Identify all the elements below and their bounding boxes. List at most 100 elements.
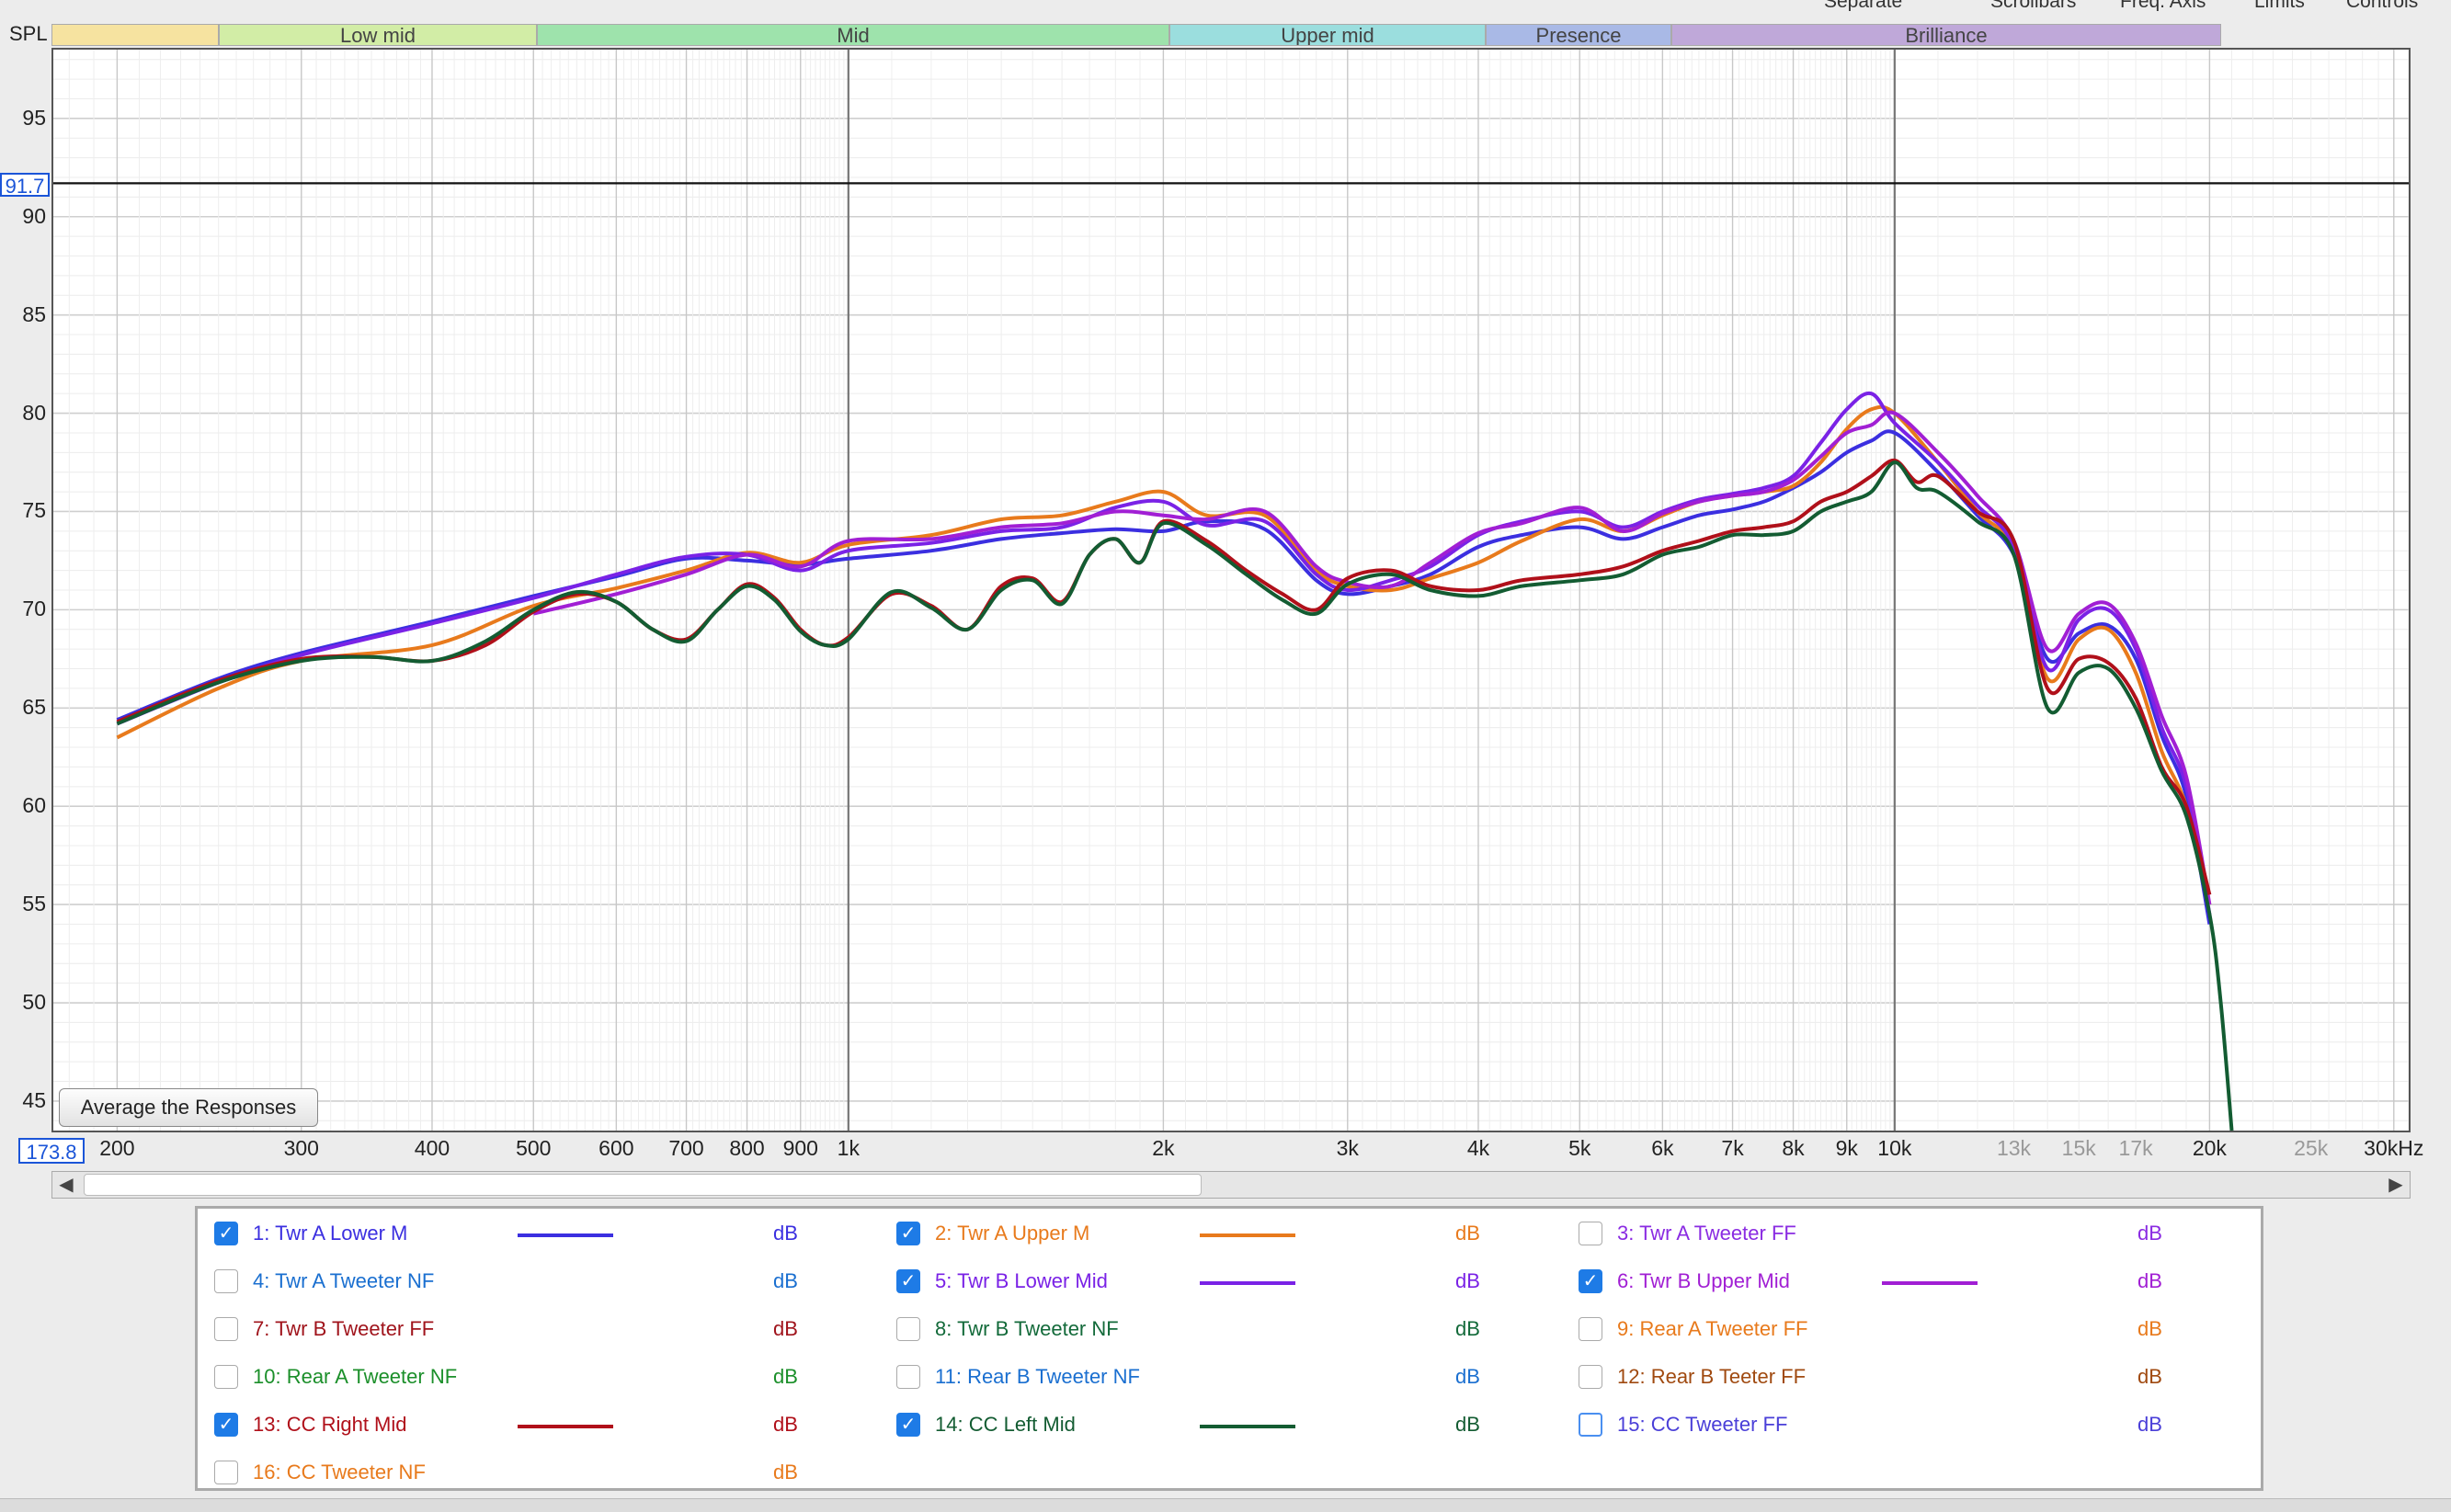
legend-checkbox[interactable]	[1579, 1413, 1602, 1437]
legend-checkbox[interactable]: ✓	[214, 1413, 238, 1437]
band-presence: Presence	[1486, 24, 1671, 46]
legend-label: 11: Rear B Tweeter NF	[935, 1365, 1140, 1388]
legend-checkbox[interactable]: ✓	[1579, 1269, 1602, 1293]
legend-checkbox[interactable]	[896, 1365, 920, 1389]
y-tick-label: 55	[22, 892, 46, 916]
legend-checkbox[interactable]	[1579, 1317, 1602, 1341]
horizontal-scrollbar[interactable]: ◀ ▶	[51, 1171, 2411, 1199]
legend-label: 10: Rear A Tweeter NF	[253, 1365, 458, 1388]
legend-checkbox[interactable]: ✓	[896, 1413, 920, 1437]
measurement-legend: ✓ 1: Twr A Lower M dB ✓ 2: Twr A Upper MdB 3:…	[195, 1206, 2263, 1491]
x-tick-label: 17k	[2118, 1136, 2153, 1160]
band-brilliance: Brilliance	[1671, 24, 2221, 46]
legend-label: 8: Twr B Tweeter NF	[935, 1317, 1119, 1340]
x-tick-label: 700	[668, 1136, 704, 1160]
scroll-left-arrow-icon[interactable]: ◀	[52, 1172, 80, 1198]
legend-item: ✓ 14: CC Left Mid dB	[896, 1411, 1503, 1438]
legend-label: 3: Twr A Tweeter FF	[1617, 1222, 1796, 1245]
x-tick-label: 300	[283, 1136, 319, 1160]
legend-unit: dB	[1455, 1365, 1480, 1388]
legend-label: 5: Twr B Lower Mid	[935, 1269, 1108, 1292]
legend-unit: dB	[773, 1269, 798, 1292]
legend-checkbox[interactable]	[214, 1365, 238, 1389]
y-tick-label: 50	[22, 990, 46, 1015]
legend-item: 15: CC Tweeter FF dB	[1579, 1411, 2185, 1438]
legend-label: 12: Rear B Teeter FF	[1617, 1365, 1807, 1388]
legend-unit: dB	[773, 1413, 798, 1436]
legend-checkbox[interactable]	[1579, 1365, 1602, 1389]
x-tick-label: 6k	[1651, 1136, 1674, 1160]
x-tick-label: 13k	[1996, 1136, 2032, 1160]
x-tick-label: 25k	[2294, 1136, 2329, 1160]
x-tick-label: 200	[99, 1136, 135, 1160]
x-tick-label: 600	[598, 1136, 634, 1160]
legend-checkbox[interactable]: ✓	[214, 1222, 238, 1245]
y-tick-label: 65	[22, 695, 46, 720]
band-sub-bass	[51, 24, 219, 46]
x-tick-label: 20k	[2192, 1136, 2227, 1160]
scroll-right-arrow-icon[interactable]: ▶	[2382, 1172, 2410, 1198]
y-tick-label: 70	[22, 597, 46, 621]
menu-freq-axis[interactable]: Freq. Axis	[2120, 0, 2206, 11]
menu-controls[interactable]: Controls	[2346, 0, 2418, 11]
menu-separate[interactable]: Separate	[1824, 0, 1902, 11]
menu-scrollbars[interactable]: Scrollbars	[1990, 0, 2076, 11]
legend-unit: dB	[2138, 1413, 2162, 1436]
x-tick-label: 9k	[1835, 1136, 1858, 1160]
legend-label: 1: Twr A Lower M	[253, 1222, 408, 1245]
x-tick-label: 30kHz	[2364, 1136, 2424, 1160]
x-tick-label: 500	[516, 1136, 552, 1160]
x-tick-label: 7k	[1721, 1136, 1744, 1160]
y-tick-label: 75	[22, 498, 46, 523]
band-mid: Mid	[537, 24, 1169, 46]
x-tick-label: 400	[414, 1136, 450, 1160]
legend-label: 4: Twr A Tweeter NF	[253, 1269, 435, 1292]
legend-checkbox[interactable]	[214, 1269, 238, 1293]
legend-item: 3: Twr A Tweeter FF dB	[1579, 1220, 2185, 1247]
legend-line-swatch	[1200, 1281, 1295, 1285]
cursor-spl-readout: 91.7	[0, 173, 50, 198]
legend-checkbox[interactable]: ✓	[896, 1269, 920, 1293]
y-tick-label: 45	[22, 1087, 46, 1112]
average-responses-button[interactable]: Average the Responses	[59, 1088, 318, 1127]
legend-unit: dB	[2138, 1269, 2162, 1292]
spl-graph-area[interactable]: Average the Responses	[51, 48, 2411, 1132]
legend-checkbox[interactable]	[1579, 1222, 1602, 1245]
y-tick-label: 80	[22, 400, 46, 425]
x-tick-label: 900	[782, 1136, 818, 1160]
top-menu-strip: Separate Scrollbars Freq. Axis Limits Co…	[0, 0, 2451, 11]
x-tick-label: 15k	[2061, 1136, 2096, 1160]
legend-item: 11: Rear B Tweeter NF dB	[896, 1363, 1503, 1391]
legend-item: 10: Rear A Tweeter NF dB	[214, 1363, 821, 1391]
y-tick-label: 60	[22, 793, 46, 818]
legend-checkbox[interactable]	[214, 1317, 238, 1341]
legend-unit: dB	[1455, 1269, 1480, 1292]
legend-checkbox[interactable]	[214, 1461, 238, 1484]
legend-item: ✓ 2: Twr A Upper M dB	[896, 1220, 1503, 1247]
legend-label: 9: Rear A Tweeter FF	[1617, 1317, 1808, 1340]
legend-unit: dB	[1455, 1317, 1480, 1340]
x-tick-label: 4k	[1466, 1136, 1490, 1160]
legend-checkbox[interactable]	[896, 1317, 920, 1341]
x-tick-label: 1k	[837, 1136, 860, 1160]
x-tick-label: 3k	[1336, 1136, 1359, 1160]
x-tick-label: 5k	[1568, 1136, 1591, 1160]
legend-unit: dB	[2138, 1222, 2162, 1245]
legend-label: 6: Twr B Upper Mid	[1617, 1269, 1790, 1292]
y-tick-label: 90	[22, 203, 46, 228]
legend-checkbox[interactable]: ✓	[896, 1222, 920, 1245]
band-upper-mid: Upper mid	[1169, 24, 1486, 46]
scrollbar-thumb[interactable]	[84, 1174, 1202, 1196]
legend-label: 15: CC Tweeter FF	[1617, 1413, 1788, 1436]
legend-line-swatch	[1200, 1425, 1295, 1428]
legend-item: 4: Twr A Tweeter NF dB	[214, 1268, 821, 1295]
x-tick-label: 10k	[1877, 1136, 1912, 1160]
legend-item: 16: CC Tweeter NF dB	[214, 1459, 821, 1486]
legend-item: ✓ 5: Twr B Lower Mid dB	[896, 1268, 1503, 1295]
frequency-band-bar: Low mid Mid Upper mid Presence Brillianc…	[0, 24, 2451, 46]
y-tick-label: 85	[22, 301, 46, 326]
legend-unit: dB	[2138, 1317, 2162, 1340]
y-tick-label: 95	[22, 105, 46, 130]
cursor-frequency-readout: 173.8	[18, 1138, 85, 1164]
menu-limits[interactable]: Limits	[2254, 0, 2305, 11]
